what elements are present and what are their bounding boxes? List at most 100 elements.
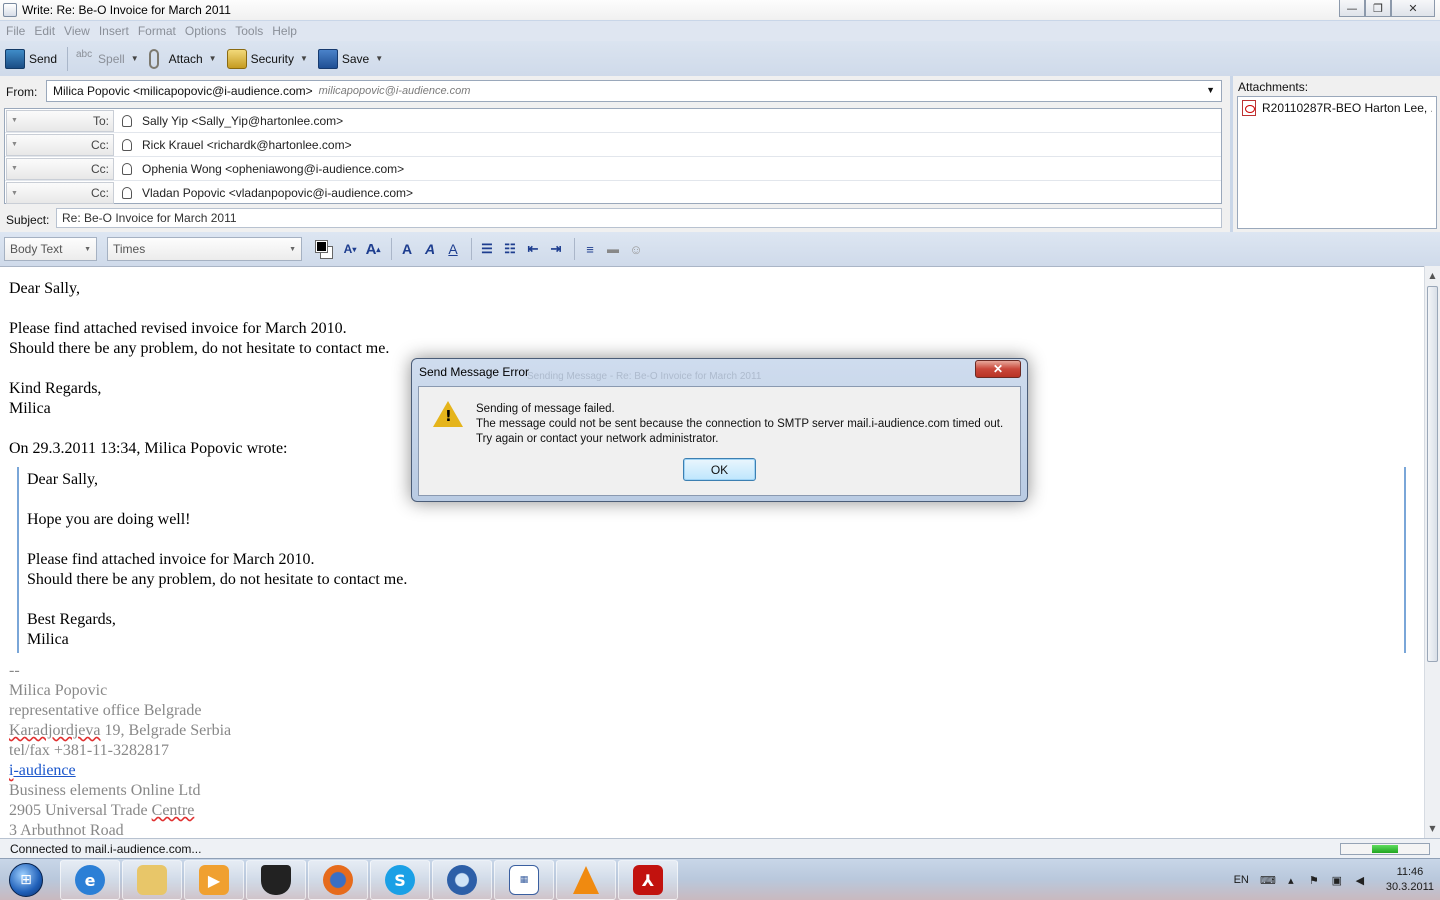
security-button[interactable]: Security ▼ — [226, 48, 308, 69]
chevron-down-icon[interactable]: ▼ — [300, 54, 308, 63]
recipient-row[interactable]: ▼ Cc: Ophenia Wong <opheniawong@i-audien… — [5, 157, 1221, 181]
show-hidden-icons-icon[interactable]: ▴ — [1284, 873, 1298, 887]
format-toolbar: Body Text ▼ Times ▼ A ▾ A ▴ A A A ☰ ☷ ⇤ ⇥ … — [0, 232, 1440, 266]
recipient-type-select[interactable]: ▼ To: — [6, 109, 114, 132]
progress-fill — [1372, 845, 1398, 853]
taskbar-firefox[interactable] — [308, 860, 368, 900]
quoted-line: Should there be any problem, do not hesi… — [27, 571, 408, 588]
chevron-down-icon: ▼ — [11, 141, 18, 148]
attachments-label: Attachments: — [1238, 80, 1309, 94]
reply-attribution: On 29.3.2011 13:34, Milica Popovic wrote… — [9, 440, 288, 457]
recipient-address[interactable]: Vladan Popovic <vladanpopovic@i-audience… — [142, 186, 413, 200]
attachment-item[interactable]: R20110287R-BEO Harton Lee, ... — [1242, 100, 1432, 116]
quote-bar — [17, 467, 19, 653]
recipient-type-select[interactable]: ▼ Cc: — [6, 182, 114, 204]
chevron-down-icon[interactable]: ▼ — [209, 54, 217, 63]
contact-icon — [122, 138, 132, 151]
ok-button[interactable]: OK — [683, 458, 756, 481]
send-button[interactable]: Send — [5, 48, 57, 69]
taskbar-vlc[interactable] — [556, 860, 616, 900]
save-button[interactable]: Save ▼ — [317, 48, 383, 69]
scroll-up-icon[interactable]: ▲ — [1425, 268, 1440, 283]
thunderbird-icon — [447, 865, 477, 895]
taskbar-hat-app[interactable] — [246, 860, 306, 900]
start-button[interactable]: ⊞ — [4, 861, 48, 899]
language-indicator[interactable]: EN — [1234, 874, 1249, 886]
keyboard-icon[interactable]: ⌨ — [1260, 873, 1276, 887]
minimize-button[interactable]: — — [1339, 0, 1365, 17]
bullet-list-icon[interactable]: ☰ — [477, 239, 497, 259]
recipient-type-select[interactable]: ▼ Cc: — [6, 133, 114, 156]
message-body-editor[interactable]: Dear Sally, Please find attached revised… — [0, 266, 1424, 838]
system-tray: EN ⌨ ▴ ⚑ ▣ ◀ 11:46 30.3.2011 — [1234, 863, 1434, 897]
clock[interactable]: 11:46 30.3.2011 — [1386, 865, 1434, 895]
network-icon[interactable]: ▣ — [1330, 873, 1344, 887]
recipient-row[interactable]: ▼ Cc: Rick Krauel <richardk@hartonlee.co… — [5, 133, 1221, 157]
taskbar-skype[interactable]: S — [370, 860, 430, 900]
from-account: milicapopovic@i-audience.com — [318, 85, 471, 97]
taskbar-file-explorer[interactable] — [122, 860, 182, 900]
warning-icon: ! — [433, 401, 463, 427]
decrease-font-size-icon[interactable]: A ▾ — [340, 239, 360, 259]
taskbar-internet-explorer[interactable]: e — [60, 860, 120, 900]
align-icon[interactable]: ≡ — [580, 239, 600, 259]
increase-font-size-icon[interactable]: A ▴ — [363, 239, 383, 259]
menu-view[interactable]: View — [64, 24, 90, 38]
signature-road: 3 Arbuthnot Road — [9, 822, 124, 838]
chevron-down-icon[interactable]: ▼ — [375, 54, 383, 63]
title-bar: Write: Re: Be-O Invoice for March 2011 —… — [0, 0, 1440, 20]
bold-icon[interactable]: A — [397, 239, 417, 259]
top-hat-icon — [261, 865, 291, 895]
taskbar-media-player[interactable]: ▶ — [184, 860, 244, 900]
chevron-down-icon[interactable]: ▼ — [131, 54, 139, 63]
italic-icon[interactable]: A — [420, 239, 440, 259]
text-color-picker[interactable] — [315, 240, 333, 259]
menu-file[interactable]: File — [6, 24, 25, 38]
taskbar-thunderbird[interactable] — [432, 860, 492, 900]
quoted-line: Milica — [27, 631, 69, 648]
subject-label: Subject: — [6, 213, 50, 227]
attach-button[interactable]: Attach ▼ — [148, 48, 217, 69]
menu-help[interactable]: Help — [272, 24, 297, 38]
signature-link[interactable]: i-audience — [9, 761, 76, 781]
smiley-icon[interactable]: ☺ — [626, 239, 646, 259]
recipient-address[interactable]: Sally Yip <Sally_Yip@hartonlee.com> — [142, 114, 343, 128]
foreground-color-swatch[interactable] — [315, 240, 328, 253]
close-button[interactable]: ✕ — [1391, 0, 1435, 17]
compose-window-icon — [3, 3, 17, 17]
subject-input[interactable]: Re: Be-O Invoice for March 2011 — [56, 208, 1222, 228]
numbered-list-icon[interactable]: ☷ — [500, 239, 520, 259]
taskbar-adobe-reader[interactable]: ⅄ — [618, 860, 678, 900]
padlock-icon — [226, 48, 247, 69]
action-center-flag-icon[interactable]: ⚑ — [1307, 873, 1321, 887]
signature-separator: -- — [9, 662, 20, 679]
recipient-address[interactable]: Ophenia Wong <opheniawong@i-audience.com… — [142, 162, 404, 176]
menu-edit[interactable]: Edit — [34, 24, 55, 38]
maximize-button[interactable]: ❐ — [1365, 0, 1391, 17]
dialog-close-button[interactable]: ✕ — [975, 360, 1021, 378]
font-select[interactable]: Times ▼ — [107, 237, 302, 261]
recipient-row[interactable]: ▼ To: Sally Yip <Sally_Yip@hartonlee.com… — [5, 109, 1221, 133]
attachment-filename: R20110287R-BEO Harton Lee, ... — [1262, 101, 1432, 115]
outdent-icon[interactable]: ⇤ — [523, 239, 543, 259]
paragraph-format-select[interactable]: Body Text ▼ — [4, 237, 97, 261]
toolbar-separator — [574, 238, 575, 260]
from-identity-select[interactable]: Milica Popovic <milicapopovic@i-audience… — [46, 80, 1222, 102]
scroll-down-icon[interactable]: ▼ — [1425, 821, 1440, 836]
recipient-row[interactable]: ▼ Cc: Vladan Popovic <vladanpopovic@i-au… — [5, 181, 1221, 205]
insert-object-icon[interactable]: ▬ — [603, 239, 623, 259]
taskbar-spreadsheet[interactable]: ▦ — [494, 860, 554, 900]
underline-icon[interactable]: A — [443, 239, 463, 259]
vertical-scrollbar[interactable]: ▲ ▼ — [1424, 266, 1440, 838]
volume-icon[interactable]: ◀ — [1353, 873, 1367, 887]
menu-format[interactable]: Format — [138, 24, 176, 38]
recipient-type-select[interactable]: ▼ Cc: — [6, 157, 114, 180]
menu-insert[interactable]: Insert — [99, 24, 129, 38]
indent-icon[interactable]: ⇥ — [546, 239, 566, 259]
scrollbar-thumb[interactable] — [1427, 286, 1438, 662]
contact-icon — [122, 114, 132, 127]
menu-tools[interactable]: Tools — [235, 24, 263, 38]
menu-options[interactable]: Options — [185, 24, 226, 38]
spell-button[interactable]: abc Spell ▼ — [74, 49, 139, 69]
recipient-address[interactable]: Rick Krauel <richardk@hartonlee.com> — [142, 138, 352, 152]
